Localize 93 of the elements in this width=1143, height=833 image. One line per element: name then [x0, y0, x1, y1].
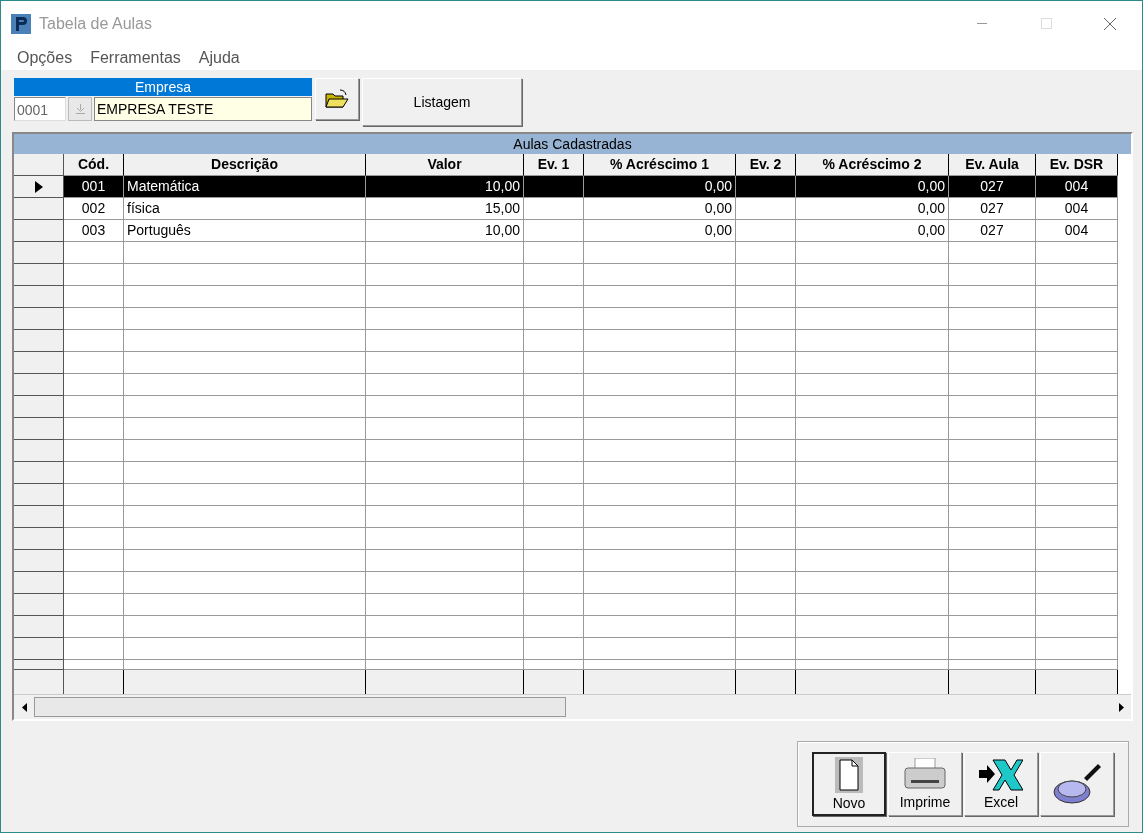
- row-header[interactable]: [14, 462, 64, 484]
- printer-icon: [903, 758, 947, 792]
- row-header[interactable]: [14, 242, 64, 264]
- column-header[interactable]: % Acréscimo 1: [584, 154, 736, 176]
- table-cell: 027: [949, 198, 1036, 220]
- row-header[interactable]: [14, 660, 64, 670]
- table-cell: [524, 220, 584, 242]
- table-cell: 004: [1036, 220, 1118, 242]
- row-header[interactable]: [14, 308, 64, 330]
- row-header[interactable]: [14, 484, 64, 506]
- toolbar-button[interactable]: Excel: [964, 752, 1038, 816]
- table-cell: 10,00: [366, 176, 524, 198]
- row-header[interactable]: [14, 374, 64, 396]
- footer-cell: [64, 670, 124, 694]
- horizontal-scrollbar[interactable]: [14, 694, 1131, 719]
- column-header[interactable]: Descrição: [124, 154, 366, 176]
- table-cell: 0,00: [796, 220, 949, 242]
- column-header[interactable]: % Acréscimo 2: [796, 154, 949, 176]
- column-header[interactable]: Ev. 2: [736, 154, 796, 176]
- row-header: [14, 154, 64, 176]
- table-cell: 10,00: [366, 220, 524, 242]
- row-header[interactable]: [14, 264, 64, 286]
- table-cell: [736, 176, 796, 198]
- listing-button[interactable]: Listagem: [362, 78, 522, 126]
- column-header[interactable]: Cód.: [64, 154, 124, 176]
- row-header[interactable]: [14, 352, 64, 374]
- row-header[interactable]: [14, 440, 64, 462]
- row-pointer-icon: [34, 180, 43, 193]
- menu-item[interactable]: Opções: [9, 49, 81, 67]
- app-logo-icon: [11, 13, 31, 34]
- row-header[interactable]: [14, 198, 64, 220]
- row-header[interactable]: [14, 616, 64, 638]
- table-cell: 0,00: [584, 176, 736, 198]
- left-arrow-icon: [21, 702, 27, 712]
- table-cell: física: [124, 198, 366, 220]
- table-cell: Matemática: [124, 176, 366, 198]
- row-header[interactable]: [14, 396, 64, 418]
- table-cell: [524, 176, 584, 198]
- footer-cell: [14, 670, 64, 694]
- table-cell: 003: [64, 220, 124, 242]
- row-header[interactable]: [14, 286, 64, 308]
- close-icon: [1104, 17, 1116, 30]
- table-cell: [524, 198, 584, 220]
- right-arrow-icon: [1118, 702, 1124, 712]
- blank-page-icon: [835, 757, 863, 793]
- footer-cell: [524, 670, 584, 694]
- code-field[interactable]: 0001: [14, 97, 66, 121]
- toolbar-button[interactable]: Imprime: [888, 752, 962, 816]
- table-cell: Português: [124, 220, 366, 242]
- menu-item[interactable]: Ajuda: [190, 49, 248, 67]
- window-title: Tabela de Aulas: [39, 14, 153, 33]
- table-cell: [736, 198, 796, 220]
- minimize-icon: [977, 23, 987, 24]
- open-button[interactable]: [315, 78, 359, 120]
- table-cell: 0,00: [584, 220, 736, 242]
- table-cell: 002: [64, 198, 124, 220]
- x-arrow-icon: [979, 758, 1023, 792]
- field-label: Empresa: [14, 78, 312, 96]
- company-name-field[interactable]: EMPRESA TESTE: [94, 97, 312, 121]
- row-header[interactable]: [14, 330, 64, 352]
- down-arrow-icon: [75, 104, 85, 114]
- column-header[interactable]: Ev. 1: [524, 154, 584, 176]
- row-header[interactable]: [14, 572, 64, 594]
- scrollbar-thumb[interactable]: [34, 697, 566, 717]
- toolbar-button[interactable]: [1040, 752, 1114, 816]
- table-cell: 001: [64, 176, 124, 198]
- footer-cell: [736, 670, 796, 694]
- row-header[interactable]: [14, 418, 64, 440]
- table-cell: 15,00: [366, 198, 524, 220]
- table-cell: 0,00: [796, 198, 949, 220]
- toolbar-button[interactable]: Novo: [812, 752, 886, 816]
- table-cell: 004: [1036, 176, 1118, 198]
- table-cell: 027: [949, 176, 1036, 198]
- row-header[interactable]: [14, 638, 64, 660]
- row-header[interactable]: [14, 506, 64, 528]
- row-header[interactable]: [14, 550, 64, 572]
- maximize-icon: [1040, 18, 1052, 29]
- table-cell: 0,00: [796, 176, 949, 198]
- menu-item[interactable]: Ferramentas: [82, 49, 189, 67]
- table-cell: 004: [1036, 198, 1118, 220]
- row-header[interactable]: [14, 594, 64, 616]
- row-header[interactable]: [14, 528, 64, 550]
- row-header[interactable]: [14, 220, 64, 242]
- grid-title: Aulas Cadastradas: [14, 134, 1131, 154]
- column-header[interactable]: Ev. DSR: [1036, 154, 1118, 176]
- folder-icon: [325, 89, 349, 109]
- table-cell: [736, 220, 796, 242]
- column-header[interactable]: Valor: [366, 154, 524, 176]
- row-header[interactable]: [14, 176, 64, 198]
- column-header[interactable]: Ev. Aula: [949, 154, 1036, 176]
- table-cell: 0,00: [584, 198, 736, 220]
- table-cell: 027: [949, 220, 1036, 242]
- magnifier-icon: [1052, 762, 1102, 806]
